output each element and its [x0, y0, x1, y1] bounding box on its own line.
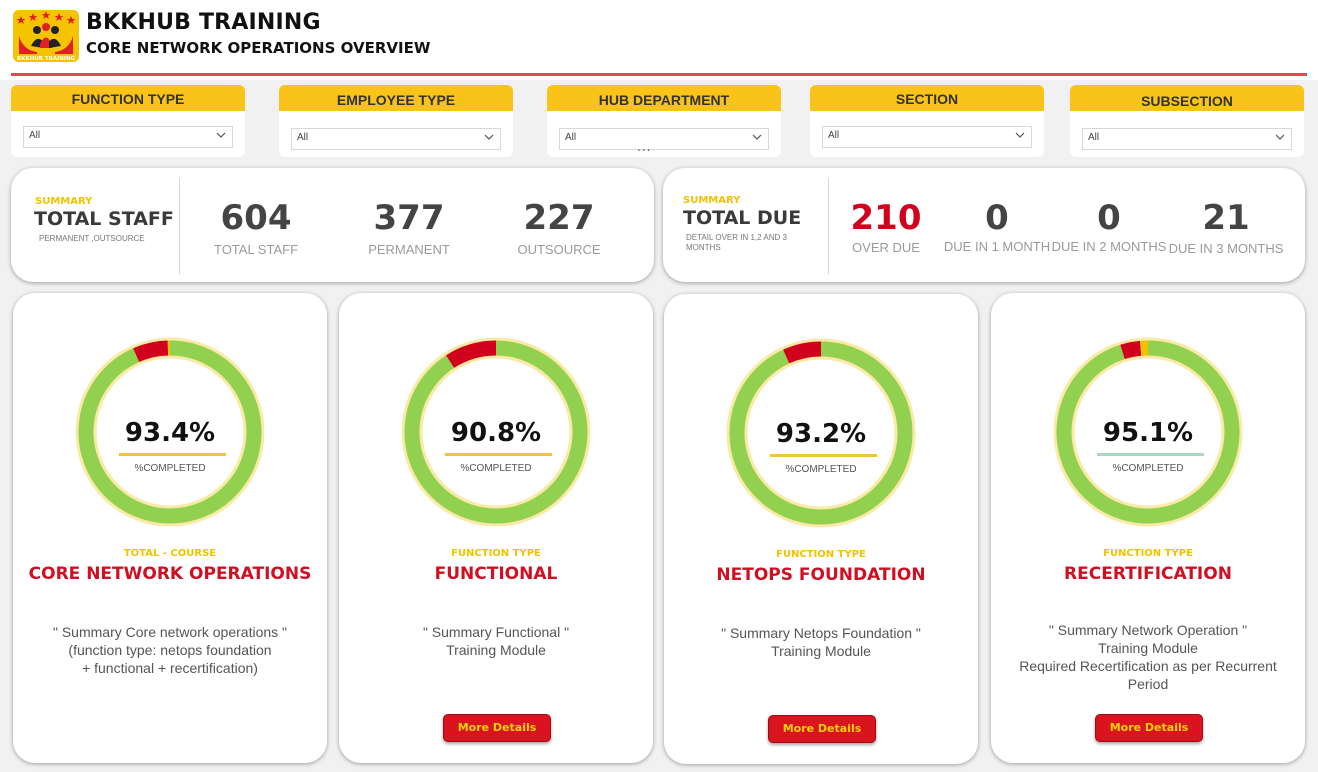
employee-type-dropdown[interactable]: All	[291, 128, 501, 150]
header-divider	[11, 73, 1307, 76]
summary-title: TOTAL STAFF	[34, 208, 174, 230]
app-title: BKKHUB TRAINING	[86, 10, 321, 35]
card-eyebrow: FUNCTION TYPE	[451, 548, 541, 559]
total-due-card: SUMMARY TOTAL DUE DETAIL OVER IN 1,2 AND…	[663, 168, 1305, 282]
filter-label: EMPLOYEE TYPE	[279, 85, 513, 111]
donut-segment-1	[1120, 340, 1142, 360]
completion-caption: %COMPLETED	[1112, 463, 1184, 474]
kpi-outsource-label: OUTSOURCE	[517, 242, 601, 257]
chevron-down-icon	[752, 134, 762, 140]
bkkhub-logo: BKKHUB TRAINING	[13, 10, 79, 62]
chevron-down-icon	[484, 134, 494, 140]
card-title: RECERTIFICATION	[1064, 564, 1232, 584]
chevron-down-icon	[1275, 134, 1285, 140]
filter-employee-type: EMPLOYEE TYPE All	[279, 85, 513, 157]
filter-label: FUNCTION TYPE	[11, 85, 245, 111]
completion-percent: 93.4%	[124, 418, 216, 448]
logo-caption: BKKHUB TRAINING	[17, 56, 75, 62]
completion-caption: %COMPLETED	[785, 464, 857, 475]
card-eyebrow: TOTAL - COURSE	[123, 548, 217, 559]
hub-department-dropdown[interactable]: All	[559, 128, 769, 150]
dropdown-value: All	[297, 132, 309, 143]
chevron-down-icon	[216, 132, 226, 138]
card-title: CORE NETWORK OPERATIONS	[28, 564, 312, 584]
summary-eyebrow: SUMMARY	[35, 196, 93, 207]
summary-divider	[179, 178, 180, 274]
completion-percent: 93.2%	[775, 419, 867, 449]
more-options-icon[interactable]: ...	[637, 140, 651, 154]
filter-hub-department: HUB DEPARTMENT All	[547, 85, 781, 157]
kpi-permanent-label: PERMANENT	[368, 242, 450, 257]
card-title: NETOPS FOUNDATION	[716, 565, 926, 585]
dropdown-value: All	[29, 130, 41, 141]
kpi-permanent-value: 377	[373, 198, 445, 238]
kpi-due-3-months-value: 21	[1202, 198, 1250, 238]
filter-label: HUB DEPARTMENT	[547, 85, 781, 111]
dashboard-page: BKKHUB TRAINING BKKHUB TRAINING CORE NET…	[0, 0, 1318, 772]
completion-underline	[770, 454, 877, 457]
course-card-functional: 90.8% %COMPLETED FUNCTION TYPE FUNCTIONA…	[339, 293, 653, 763]
completion-underline	[1097, 453, 1204, 456]
donut-segment-1	[783, 341, 822, 364]
course-card-core-network: 93.4% %COMPLETED TOTAL - COURSE CORE NET…	[13, 293, 327, 763]
filter-label: SUBSECTION	[1070, 85, 1304, 111]
completion-underline	[119, 453, 226, 456]
filter-function-type: FUNCTION TYPE All	[11, 85, 245, 157]
course-card-recertification: 95.1% %COMPLETED FUNCTION TYPE RECERTIFI…	[991, 293, 1305, 763]
filter-label: SECTION	[810, 85, 1044, 111]
subsection-dropdown[interactable]: All	[1082, 128, 1292, 150]
completion-percent: 90.8%	[450, 418, 542, 448]
course-card-netops-foundation: 93.2% %COMPLETED FUNCTION TYPE NETOPS FO…	[664, 294, 978, 764]
page-subtitle: CORE NETWORK OPERATIONS OVERVIEW	[86, 39, 431, 57]
completion-caption: %COMPLETED	[134, 463, 206, 474]
card-description: " Summary Netops Foundation " Training M…	[721, 625, 921, 659]
more-details-button[interactable]: More Details	[1095, 714, 1203, 742]
summary-subtitle: DETAIL OVER IN 1,2 AND 3 MONTHS	[686, 233, 787, 252]
card-eyebrow: FUNCTION TYPE	[776, 549, 866, 560]
chevron-down-icon	[1015, 132, 1025, 138]
function-type-dropdown[interactable]: All	[23, 126, 233, 148]
dropdown-value: All	[828, 130, 840, 141]
filter-subsection: SUBSECTION All	[1070, 85, 1304, 157]
kpi-outsource-value: 227	[523, 198, 595, 238]
kpi-due-3-months-label: DUE IN 3 MONTHS	[1168, 241, 1284, 256]
total-staff-card: SUMMARY TOTAL STAFF PERMANENT ,OUTSOURCE…	[11, 168, 654, 282]
more-details-button[interactable]: More Details	[443, 714, 551, 742]
card-description: " Summary Functional " Training Module	[422, 624, 570, 658]
card-description: " Summary Core network operations " (fun…	[52, 624, 288, 676]
kpi-total-staff-label: TOTAL STAFF	[213, 242, 299, 257]
card-title: FUNCTIONAL	[434, 564, 558, 584]
completion-percent: 95.1%	[1102, 418, 1194, 448]
donut-segment-1	[133, 340, 169, 363]
card-description: " Summary Network Operation " Training M…	[1019, 622, 1277, 692]
completion-caption: %COMPLETED	[460, 463, 532, 474]
filter-section: SECTION All	[810, 85, 1044, 157]
more-details-button[interactable]: More Details	[768, 715, 876, 743]
kpi-total-staff-value: 604	[220, 198, 292, 238]
card-eyebrow: FUNCTION TYPE	[1103, 548, 1193, 559]
dropdown-value: All	[565, 132, 577, 143]
summary-subtitle: PERMANENT ,OUTSOURCE	[39, 234, 145, 243]
dropdown-value: All	[1088, 132, 1100, 143]
summary-eyebrow: SUMMARY	[683, 195, 741, 206]
completion-underline	[445, 453, 552, 456]
summary-title: TOTAL DUE	[683, 207, 802, 229]
section-dropdown[interactable]: All	[822, 126, 1032, 148]
